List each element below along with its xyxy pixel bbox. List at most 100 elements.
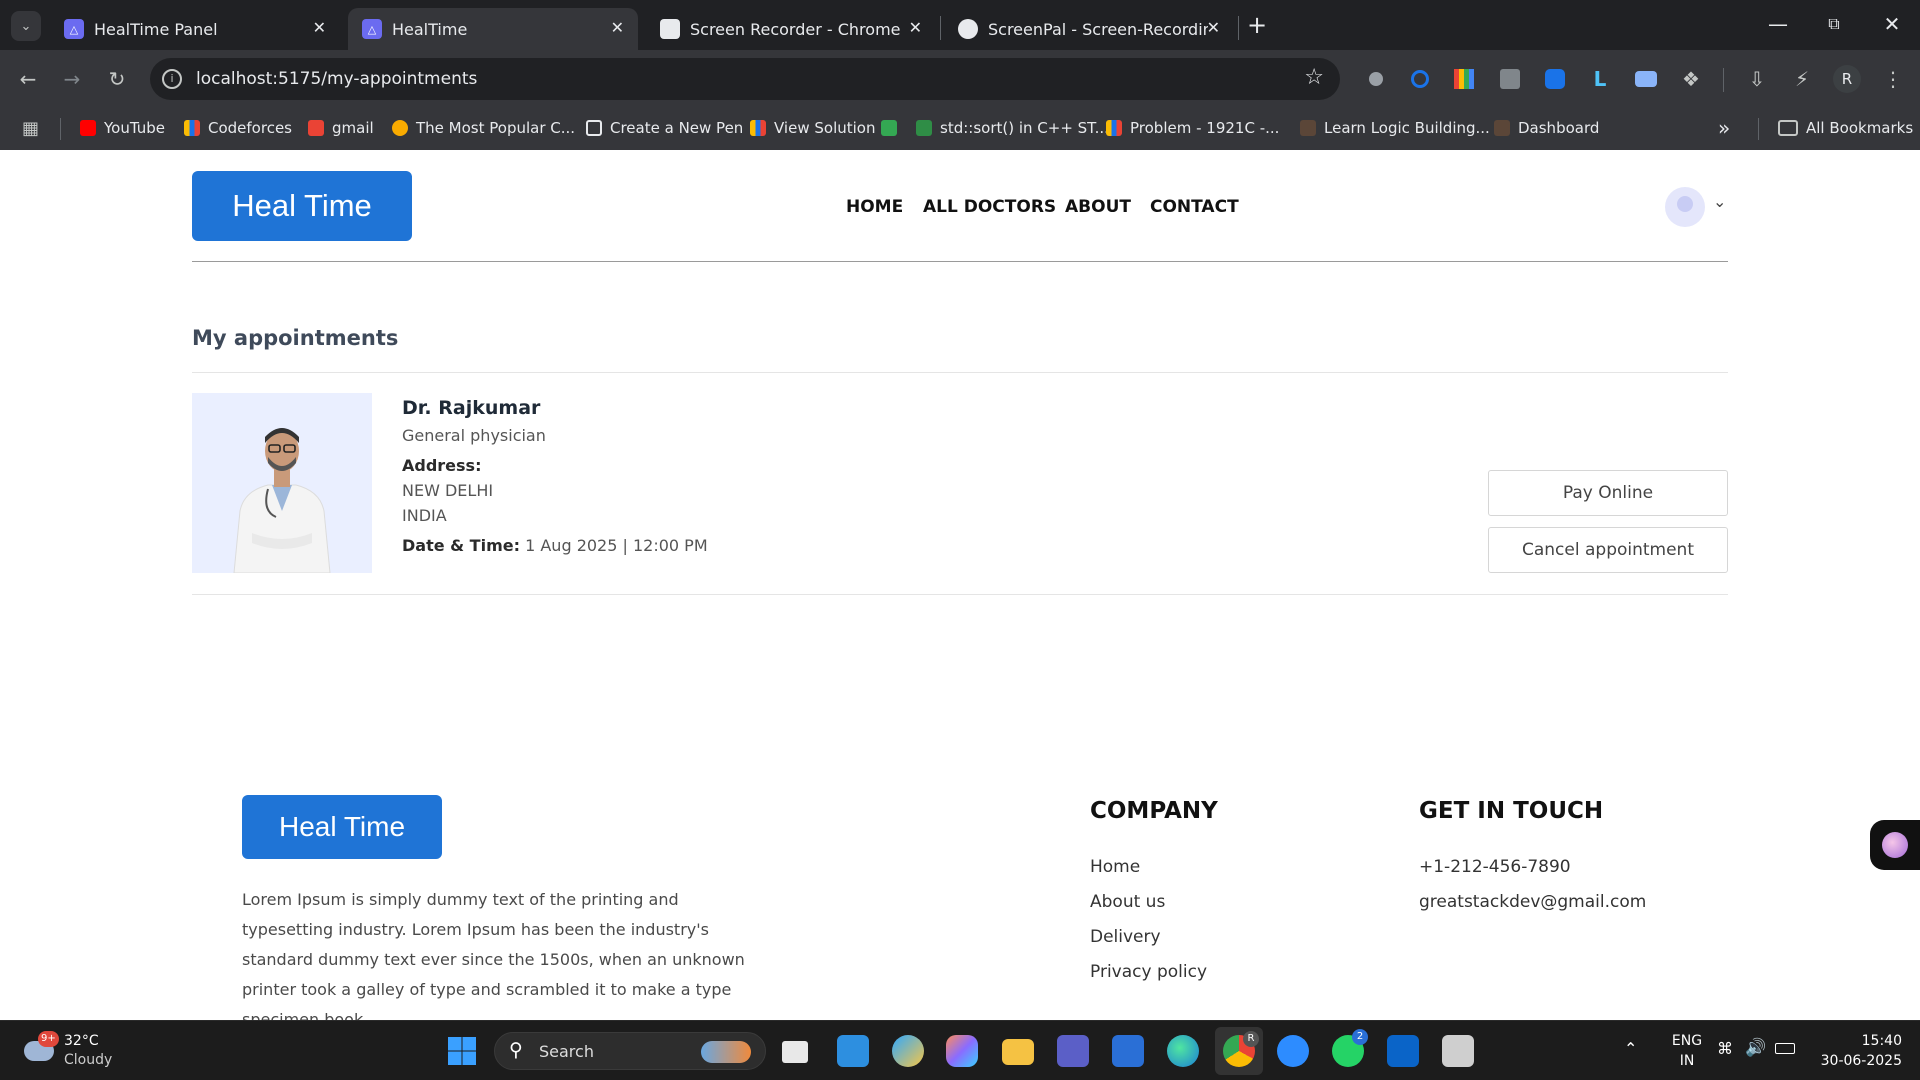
company-heading: COMPANY [1090, 798, 1218, 824]
geeksforgeeks-icon [916, 120, 932, 136]
bookmark-label: Dashboard [1518, 119, 1600, 137]
more-bookmarks-icon[interactable]: » [1718, 116, 1730, 140]
taskbar-search[interactable]: ⚲ Search [494, 1032, 766, 1070]
outlook-icon[interactable] [1387, 1035, 1419, 1067]
bookmark-view-solution[interactable]: View Solution [750, 116, 905, 140]
weather-widget[interactable]: 9+ 32°C Cloudy [22, 1031, 142, 1071]
all-bookmarks[interactable]: All Bookmarks [1778, 116, 1913, 140]
performance-icon[interactable]: ⚡ [1788, 65, 1816, 93]
site-logo[interactable]: Heal Time [192, 171, 412, 241]
web-page: Heal Time HOME ALL DOCTORS ABOUT CONTACT… [0, 150, 1920, 1020]
footer-email[interactable]: greatstackdev@gmail.com [1419, 892, 1646, 912]
bookmark-label: YouTube [104, 119, 165, 137]
teams-icon[interactable] [1057, 1035, 1089, 1067]
tab-screenpal[interactable]: ScreenPal - Screen-Recording ✕ [944, 8, 1234, 50]
search-placeholder: Search [539, 1042, 594, 1061]
footer-link-home[interactable]: Home [1090, 857, 1140, 877]
file-explorer-icon[interactable] [1002, 1039, 1034, 1065]
chrome-web-store-favicon [660, 19, 680, 39]
minimize-icon[interactable]: — [1764, 10, 1792, 38]
close-window-icon[interactable]: ✕ [1878, 10, 1906, 38]
bookmark-problem-1921c[interactable]: Problem - 1921C -... [1106, 116, 1279, 140]
nav-about[interactable]: ABOUT [1065, 197, 1131, 217]
bookmark-star-icon[interactable]: ☆ [1304, 65, 1324, 90]
download-icon[interactable]: ⇩ [1743, 65, 1771, 93]
address-bar[interactable]: i localhost:5175/my-appointments ☆ [150, 58, 1340, 100]
tab-title: Screen Recorder - Chrome Web [690, 19, 900, 39]
extensions-puzzle-icon[interactable]: ❖ [1677, 65, 1705, 93]
footer-logo[interactable]: Heal Time [242, 795, 442, 859]
zoom-icon[interactable] [1277, 1035, 1309, 1067]
footer-link-delivery[interactable]: Delivery [1090, 927, 1161, 947]
chevron-down-icon[interactable]: ⌄ [1713, 192, 1726, 211]
bookmark-codeforces[interactable]: Codeforces [184, 116, 292, 140]
acs-app-icon[interactable] [1442, 1035, 1474, 1067]
bookmark-dashboard[interactable]: Dashboard [1494, 116, 1599, 140]
tab-healtime[interactable]: △ HealTime ✕ [348, 8, 638, 50]
bookmark-learn-logic[interactable]: Learn Logic Building... [1300, 116, 1490, 140]
footer-link-privacy[interactable]: Privacy policy [1090, 962, 1207, 982]
tab-healtime-panel[interactable]: △ HealTime Panel ✕ [50, 8, 340, 50]
pay-online-button[interactable]: Pay Online [1488, 470, 1728, 516]
footer-link-about[interactable]: About us [1090, 892, 1165, 912]
extension-icon[interactable] [1496, 65, 1524, 93]
user-icon [1677, 196, 1693, 212]
site-info-icon[interactable]: i [162, 69, 182, 89]
show-hidden-icons-chevron[interactable]: ⌃ [1624, 1039, 1637, 1058]
extension-icon[interactable] [1450, 65, 1478, 93]
close-icon[interactable]: ✕ [611, 18, 624, 37]
codechef-icon [1494, 120, 1510, 136]
bookmarks-divider [60, 118, 61, 140]
extension-icon[interactable] [1541, 65, 1569, 93]
tab-screen-recorder[interactable]: Screen Recorder - Chrome Web ✕ [646, 8, 936, 50]
bookmark-most-popular[interactable]: The Most Popular C... [392, 116, 575, 140]
restore-icon[interactable]: ⧉ [1820, 10, 1848, 38]
nav-contact[interactable]: CONTACT [1150, 197, 1239, 217]
whatsapp-taskbar-button[interactable]: 2 [1332, 1029, 1368, 1067]
nav-all-doctors[interactable]: ALL DOCTORS [923, 197, 1056, 217]
tab-search-icon[interactable]: ⌄ [11, 11, 41, 41]
bookmark-std-sort[interactable]: std::sort() in C++ ST... [916, 116, 1109, 140]
card-divider [192, 594, 1728, 595]
new-tab-icon[interactable]: + [1243, 11, 1271, 39]
contact-heading: GET IN TOUCH [1419, 798, 1604, 824]
bookmark-youtube[interactable]: YouTube [80, 116, 165, 140]
close-icon[interactable]: ✕ [1207, 18, 1220, 37]
menu-icon[interactable]: ⋮ [1879, 65, 1907, 93]
user-avatar[interactable] [1665, 187, 1705, 227]
battery-icon[interactable] [1775, 1043, 1795, 1054]
close-icon[interactable]: ✕ [909, 18, 922, 37]
bookmark-label: Learn Logic Building... [1324, 119, 1490, 137]
apps-grid-icon[interactable]: ▦ [22, 116, 39, 140]
bookmark-gmail[interactable]: gmail [308, 116, 374, 140]
clock[interactable]: 15:40 30-06-2025 [1812, 1031, 1902, 1071]
extension-icon[interactable] [1406, 65, 1434, 93]
copilot-app-icon[interactable] [946, 1035, 978, 1067]
extension-icon[interactable] [1362, 65, 1390, 93]
extension-icon[interactable] [1632, 65, 1660, 93]
page-title: My appointments [192, 326, 399, 350]
task-view-icon[interactable] [782, 1041, 808, 1063]
close-icon[interactable]: ✕ [313, 18, 326, 37]
edge-icon[interactable] [1167, 1035, 1199, 1067]
floating-assistant-button[interactable] [1870, 820, 1920, 870]
nav-home[interactable]: HOME [846, 197, 903, 217]
bookmark-label: Create a New Pen [610, 119, 744, 137]
chrome-taskbar-button[interactable]: R [1215, 1027, 1263, 1075]
start-button[interactable] [446, 1035, 478, 1067]
cancel-appointment-button[interactable]: Cancel appointment [1488, 527, 1728, 573]
more-bookmarks-label: » [1718, 116, 1731, 140]
wifi-icon[interactable]: ⌘ [1717, 1039, 1733, 1058]
reload-icon[interactable]: ↻ [103, 65, 131, 93]
extension-icon[interactable]: L [1586, 65, 1614, 93]
language-indicator[interactable]: ENG IN [1667, 1031, 1707, 1071]
bookmark-codepen[interactable]: Create a New Pen [586, 116, 743, 140]
vscode-icon[interactable] [837, 1035, 869, 1067]
forward-icon[interactable]: → [58, 65, 86, 93]
profile-avatar[interactable]: R [1833, 65, 1861, 93]
volume-icon[interactable]: 🔊 [1745, 1038, 1766, 1058]
search-highlight-icon [701, 1041, 751, 1063]
microsoft-store-icon[interactable] [1112, 1035, 1144, 1067]
copilot-icon[interactable] [892, 1035, 924, 1067]
back-icon[interactable]: ← [14, 65, 42, 93]
